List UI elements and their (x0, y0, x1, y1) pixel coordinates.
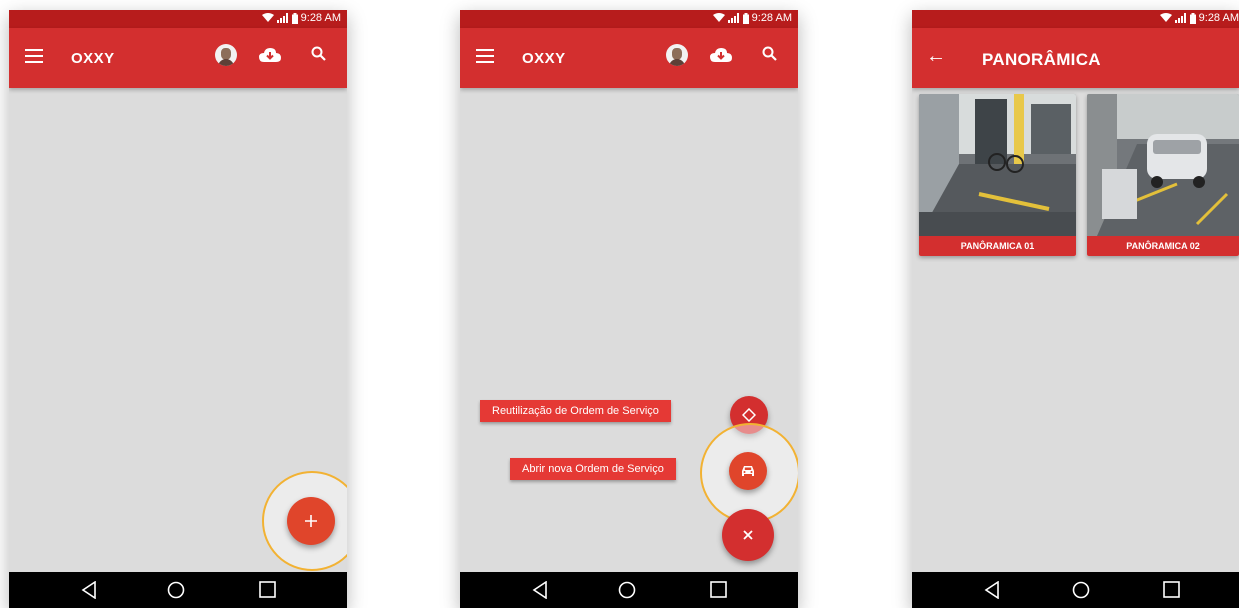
status-time: 9:28 AM (751, 12, 792, 24)
signal-icon (276, 13, 288, 23)
card-caption: PANÔRAMICA 01 (919, 236, 1076, 256)
back-nav-icon[interactable] (81, 581, 97, 599)
close-fab-button[interactable] (722, 509, 774, 561)
camera-card[interactable]: PANÔRAMICA 01 (919, 94, 1076, 256)
signal-icon (1174, 13, 1186, 23)
recents-nav-icon[interactable] (259, 581, 276, 598)
close-icon (743, 530, 753, 540)
car-icon (742, 466, 754, 476)
signal-icon (727, 13, 739, 23)
camera-snapshot-image (1087, 94, 1239, 236)
app-bar: OXXY (9, 28, 347, 88)
status-bar: 9:28 AM (460, 10, 798, 28)
search-icon[interactable] (311, 46, 327, 62)
nav-bar (9, 572, 347, 608)
home-nav-icon[interactable] (1072, 581, 1090, 599)
search-icon[interactable] (762, 46, 778, 62)
avatar[interactable] (215, 44, 237, 66)
nav-bar (460, 572, 798, 608)
wifi-icon (261, 13, 274, 22)
phone-screen-panoramica: 9:28 AM ← PANORÂMICA PANÔRAMICA 01 PANÔR… (912, 10, 1239, 608)
battery-icon (291, 12, 298, 24)
phone-screen-home: 9:28 AM OXXY (9, 10, 347, 608)
phone-screen-fab-menu: 9:28 AM OXXY Reutilização de Ordem de Se… (460, 10, 798, 608)
status-time: 9:28 AM (300, 12, 341, 24)
battery-icon (1189, 12, 1196, 24)
menu-icon[interactable] (476, 49, 494, 63)
app-bar: OXXY (460, 28, 798, 88)
wifi-icon (1159, 13, 1172, 22)
reuse-service-order-label[interactable]: Reutilização de Ordem de Serviço (480, 400, 671, 422)
menu-icon[interactable] (25, 49, 43, 63)
wifi-icon (712, 13, 725, 22)
home-nav-icon[interactable] (618, 581, 636, 599)
card-caption: PANÔRAMICA 02 (1087, 236, 1239, 256)
status-bar: 9:28 AM (912, 10, 1239, 28)
add-fab-button[interactable] (287, 497, 335, 545)
app-bar: ← PANORÂMICA (912, 28, 1239, 88)
cloud-download-icon[interactable] (710, 47, 732, 63)
cloud-download-icon[interactable] (259, 47, 281, 63)
new-service-order-button[interactable] (729, 452, 767, 490)
nav-bar (912, 572, 1239, 608)
diamond-icon (742, 408, 756, 422)
plus-icon (305, 515, 317, 527)
camera-snapshot-image (919, 94, 1076, 236)
status-time: 9:28 AM (1198, 12, 1239, 24)
back-arrow-icon[interactable]: ← (926, 45, 946, 68)
camera-card[interactable]: PANÔRAMICA 02 (1087, 94, 1239, 256)
app-title: OXXY (71, 50, 115, 67)
recents-nav-icon[interactable] (1163, 581, 1180, 598)
back-nav-icon[interactable] (532, 581, 548, 599)
app-title: OXXY (522, 50, 566, 67)
battery-icon (742, 12, 749, 24)
back-nav-icon[interactable] (984, 581, 1000, 599)
new-service-order-label[interactable]: Abrir nova Ordem de Serviço (510, 458, 676, 480)
page-title: PANORÂMICA (982, 50, 1101, 69)
recents-nav-icon[interactable] (710, 581, 727, 598)
avatar[interactable] (666, 44, 688, 66)
status-bar: 9:28 AM (9, 10, 347, 28)
home-nav-icon[interactable] (167, 581, 185, 599)
